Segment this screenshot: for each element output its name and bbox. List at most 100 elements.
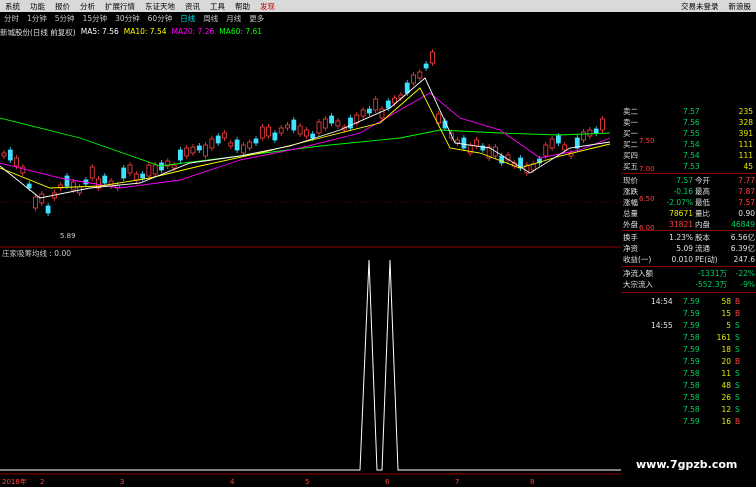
quote-value: 1.23% — [669, 233, 693, 242]
period-60min[interactable]: 60分钟 — [144, 13, 177, 24]
candle-body — [108, 180, 114, 187]
menu-item-quote[interactable]: 报价 — [50, 1, 75, 12]
tick-volume: 20 — [721, 357, 731, 366]
quote-label: 内盘 — [695, 220, 710, 229]
candle-body — [177, 149, 183, 161]
tick-row: 7.58 11 S — [621, 368, 756, 379]
candle-body — [429, 51, 435, 64]
capital-flow-row: 净流入额 -1331万 -22% — [621, 268, 756, 279]
quote-row: 换手 1.23% 股本 6.56亿 — [621, 232, 756, 243]
orderbook-row[interactable]: 买四 7.54 111 — [621, 150, 756, 161]
candle-body — [278, 127, 284, 134]
tick-volume: 15 — [721, 309, 731, 318]
candle-body — [322, 118, 328, 129]
period-5min[interactable]: 5分钟 — [51, 13, 79, 24]
period-more[interactable]: 更多 — [245, 13, 268, 24]
candle-body — [152, 164, 158, 175]
ma20-label: MA20: 7.26 — [171, 27, 215, 36]
orderbook-price: 7.56 — [683, 118, 700, 127]
quote-row: 外盘 31821 内盘 46849 — [621, 219, 756, 230]
orderbook-volume: 328 — [738, 118, 753, 127]
menu-item-dongzheng[interactable]: 东证天地 — [140, 1, 180, 12]
menu-item-analysis[interactable]: 分析 — [75, 1, 100, 12]
tick-row: 7.58 12 S — [621, 404, 756, 415]
tick-volume: 11 — [721, 369, 731, 378]
menu-item-system[interactable]: 系统 — [0, 1, 25, 12]
candle-body — [272, 132, 278, 141]
orderbook-row[interactable]: 买五 7.53 45 — [621, 161, 756, 172]
candle-body — [423, 63, 429, 69]
tick-volume: 5 — [726, 321, 731, 330]
candle-body — [228, 142, 234, 147]
orderbook-row[interactable]: 卖二 7.57 235 — [621, 106, 756, 117]
candle-body — [240, 144, 246, 154]
tick-direction: B — [735, 357, 741, 366]
orderbook-row[interactable]: 卖一 7.56 328 — [621, 117, 756, 128]
tick-volume: 48 — [721, 381, 731, 390]
period-30min[interactable]: 30分钟 — [111, 13, 144, 24]
candle-body — [209, 138, 215, 149]
quote-value: 46849 — [731, 220, 755, 229]
quote-label: 量比 — [695, 209, 710, 218]
quote-value: 78671 — [669, 209, 693, 218]
period-monthly[interactable]: 月线 — [222, 13, 245, 24]
candle-body — [70, 181, 76, 191]
candle-body — [215, 135, 221, 144]
candle-body — [102, 175, 108, 184]
tick-row: 7.59 16 B — [621, 416, 756, 427]
date-tick: 5 — [305, 478, 309, 486]
sina-link[interactable]: 新浪股 — [724, 1, 756, 12]
menu-item-function[interactable]: 功能 — [25, 1, 50, 12]
menu-item-help[interactable]: 帮助 — [230, 1, 255, 12]
low-price-label: 5.89 — [60, 232, 76, 240]
indicator-label: 庄家吸筹均线 : 0.00 — [2, 248, 71, 258]
quote-row: 涨幅 -2.07% 最低 7.57 — [621, 197, 756, 208]
orderbook-price: 7.55 — [683, 129, 700, 138]
tick-direction: B — [735, 309, 741, 318]
ma-legend: 新城股份(日线 前复权) MA5: 7.56 MA10: 7.54 MA20: … — [0, 27, 267, 38]
candle-body — [291, 119, 297, 131]
orderbook-row[interactable]: 买一 7.55 391 — [621, 128, 756, 139]
tick-row: 7.59 20 B — [621, 356, 756, 367]
candle-body — [121, 167, 127, 179]
orderbook-volume: 235 — [738, 107, 753, 116]
quote-row: 收益(一) 0.010 PE(动) 247.6 — [621, 254, 756, 265]
candle-body — [7, 149, 13, 161]
period-daily[interactable]: 日线 — [176, 13, 199, 24]
tick-direction: B — [735, 297, 741, 306]
orderbook-level: 买五 — [623, 162, 638, 171]
date-tick: 6 — [385, 478, 390, 486]
menu-item-news[interactable]: 资讯 — [180, 1, 205, 12]
trade-login-status[interactable]: 交易未登录 — [676, 1, 724, 12]
menu-item-tools[interactable]: 工具 — [205, 1, 230, 12]
quote-row: 净资 5.09 流通 6.39亿 — [621, 243, 756, 254]
period-bar: 分时 1分钟 5分钟 15分钟 30分钟 60分钟 日线 周线 月线 更多 — [0, 12, 430, 24]
ma-lines-group — [0, 77, 611, 199]
period-1min[interactable]: 1分钟 — [23, 13, 51, 24]
tick-direction: S — [735, 333, 740, 342]
candle-body — [14, 157, 20, 167]
kline-chart[interactable]: 5.89 庄家吸筹均线 : 0.00 2018年 2 3 4 5 6 7 8 — [0, 38, 621, 487]
menu-item-discover[interactable]: 发现 — [255, 1, 280, 12]
candle-body — [455, 139, 461, 144]
menu-item-extended[interactable]: 扩展行情 — [100, 1, 140, 12]
indicator-group — [0, 259, 621, 471]
quote-value: 7.87 — [738, 187, 755, 196]
quote-label: 净资 — [623, 244, 638, 253]
candle-body — [310, 133, 316, 139]
quote-label: 涨跌 — [623, 187, 638, 196]
quote-value: 0.90 — [738, 209, 755, 218]
period-15min[interactable]: 15分钟 — [79, 13, 112, 24]
candle-body — [45, 205, 51, 214]
candle-body — [543, 144, 549, 157]
tick-row: 7.59 15 B — [621, 308, 756, 319]
quote-value: 5.09 — [676, 244, 693, 253]
candle-body — [562, 144, 568, 151]
period-timeshare[interactable]: 分时 — [0, 13, 23, 24]
tick-direction: S — [735, 321, 740, 330]
candle-body — [266, 126, 272, 137]
period-weekly[interactable]: 周线 — [199, 13, 222, 24]
tick-price: 7.59 — [683, 345, 700, 354]
orderbook-volume: 111 — [738, 140, 753, 149]
orderbook-row[interactable]: 买二 7.54 111 — [621, 139, 756, 150]
